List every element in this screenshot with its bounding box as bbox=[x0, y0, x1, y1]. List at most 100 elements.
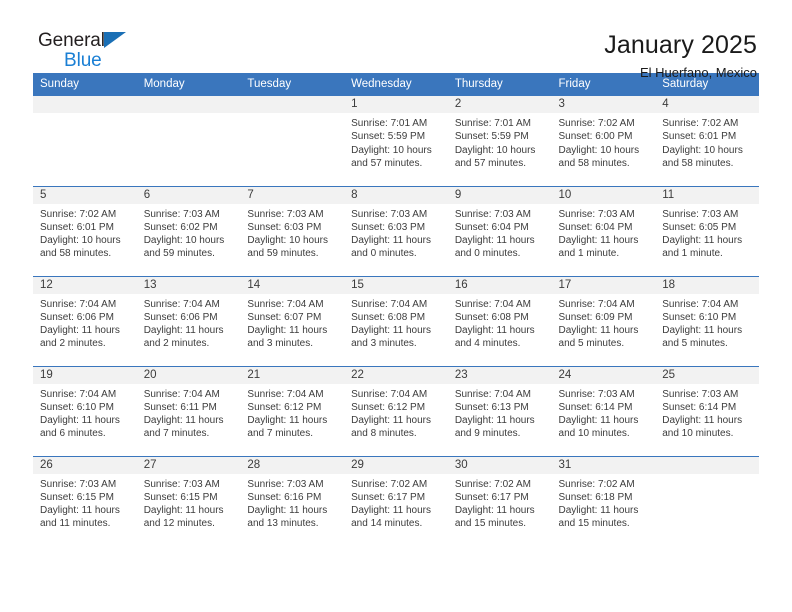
calendar-day-cell[interactable]: 3 Sunrise: 7:02 AM Sunset: 6:00 PM Daylight… bbox=[551, 96, 656, 186]
calendar-day-cell[interactable]: 27 Sunrise: 7:03 AM Sunset: 6:15 PM Dayligh… bbox=[136, 455, 241, 546]
general-blue-logo: General Blue bbox=[33, 30, 153, 71]
daylight-text-line1: Daylight: 11 hours bbox=[143, 325, 224, 337]
calendar-day-cell[interactable]: 20 Sunrise: 7:04 AM Sunset: 6:11 PM Dayligh… bbox=[136, 365, 241, 456]
calendar-day-cell[interactable]: 25 Sunrise: 7:03 AM Sunset: 6:14 PM Dayligh… bbox=[655, 365, 759, 456]
sunrise-text: Sunrise: 7:04 AM bbox=[143, 298, 220, 310]
sunset-text: Sunset: 6:03 PM bbox=[351, 221, 426, 233]
daylight-text-line2: and 7 minutes. bbox=[143, 428, 210, 440]
sunset-text: Sunset: 6:09 PM bbox=[558, 311, 633, 323]
daylight-text-line2: and 57 minutes. bbox=[351, 157, 423, 169]
daylight-text-line1: Daylight: 11 hours bbox=[454, 415, 535, 427]
calendar-day-cell[interactable]: 6 Sunrise: 7:03 AM Sunset: 6:02 PM Daylight… bbox=[136, 185, 241, 276]
day-details: Sunrise: 7:04 AM Sunset: 6:10 PM Daylight:… bbox=[33, 384, 137, 441]
daylight-text-line1: Daylight: 11 hours bbox=[351, 415, 431, 427]
day-details: Sunrise: 7:03 AM Sunset: 6:16 PM Daylight:… bbox=[240, 474, 344, 531]
day-number: 31 bbox=[551, 456, 656, 474]
daylight-text-line1: Daylight: 11 hours bbox=[247, 415, 328, 427]
calendar-day-cell[interactable]: 13 Sunrise: 7:04 AM Sunset: 6:06 PM Dayligh… bbox=[136, 275, 241, 366]
day-details: Sunrise: 7:03 AM Sunset: 6:03 PM Daylight:… bbox=[240, 204, 344, 261]
calendar-day-cell[interactable]: 16 Sunrise: 7:04 AM Sunset: 6:08 PM Dayligh… bbox=[447, 275, 552, 366]
sunrise-text: Sunrise: 7:04 AM bbox=[454, 298, 531, 310]
day-details: Sunrise: 7:04 AM Sunset: 6:12 PM Daylight:… bbox=[240, 384, 344, 441]
calendar-day-cell[interactable]: 23 Sunrise: 7:04 AM Sunset: 6:13 PM Dayligh… bbox=[447, 365, 552, 456]
page-title: January 2025 bbox=[604, 31, 757, 59]
calendar-day-cell[interactable]: 17 Sunrise: 7:04 AM Sunset: 6:09 PM Dayligh… bbox=[551, 275, 656, 366]
daylight-text-line1: Daylight: 11 hours bbox=[351, 325, 431, 337]
day-number: 9 bbox=[447, 186, 552, 204]
logo-word-blue: Blue bbox=[64, 50, 102, 71]
sunset-text: Sunset: 6:03 PM bbox=[247, 221, 322, 233]
calendar-day-cell[interactable]: 22 Sunrise: 7:04 AM Sunset: 6:12 PM Dayligh… bbox=[344, 365, 448, 456]
day-details: Sunrise: 7:03 AM Sunset: 6:04 PM Daylight:… bbox=[448, 204, 552, 261]
daylight-text-line1: Daylight: 11 hours bbox=[662, 415, 743, 427]
day-details: Sunrise: 7:02 AM Sunset: 6:01 PM Daylight:… bbox=[655, 113, 759, 170]
calendar-day-cell[interactable]: 29 Sunrise: 7:02 AM Sunset: 6:17 PM Dayligh… bbox=[344, 455, 448, 546]
calendar-day-cell[interactable]: 18 Sunrise: 7:04 AM Sunset: 6:10 PM Dayligh… bbox=[655, 275, 759, 366]
calendar-day-cell[interactable]: 24 Sunrise: 7:03 AM Sunset: 6:14 PM Dayligh… bbox=[551, 365, 656, 456]
day-details: Sunrise: 7:04 AM Sunset: 6:08 PM Daylight:… bbox=[344, 294, 448, 351]
day-details: Sunrise: 7:04 AM Sunset: 6:12 PM Daylight:… bbox=[344, 384, 448, 441]
daylight-text-line1: Daylight: 10 hours bbox=[143, 235, 225, 247]
daylight-text-line1: Daylight: 11 hours bbox=[558, 505, 639, 517]
calendar-week-row: 12 Sunrise: 7:04 AM Sunset: 6:06 PM Dayligh… bbox=[33, 275, 759, 366]
calendar-day-cell[interactable]: 9 Sunrise: 7:03 AM Sunset: 6:04 PM Daylight… bbox=[447, 185, 552, 276]
sunset-text: Sunset: 6:00 PM bbox=[558, 131, 633, 143]
calendar-day-cell[interactable]: 7 Sunrise: 7:03 AM Sunset: 6:03 PM Daylight… bbox=[240, 185, 345, 276]
calendar-day-cell[interactable]: 31 Sunrise: 7:02 AM Sunset: 6:18 PM Dayligh… bbox=[551, 455, 656, 546]
sunset-text: Sunset: 6:06 PM bbox=[143, 311, 218, 323]
sunset-text: Sunset: 6:16 PM bbox=[247, 491, 322, 503]
weekday-header-tuesday: Tuesday bbox=[240, 73, 345, 96]
calendar-day-cell[interactable]: 28 Sunrise: 7:03 AM Sunset: 6:16 PM Dayligh… bbox=[240, 455, 345, 546]
calendar-day-cell[interactable]: 30 Sunrise: 7:02 AM Sunset: 6:17 PM Dayligh… bbox=[447, 455, 552, 546]
day-details: Sunrise: 7:02 AM Sunset: 6:18 PM Daylight:… bbox=[552, 474, 656, 531]
daylight-text-line2: and 10 minutes. bbox=[558, 428, 630, 440]
calendar-day-cell[interactable]: 5 Sunrise: 7:02 AM Sunset: 6:01 PM Daylight… bbox=[33, 185, 137, 276]
day-number: 20 bbox=[136, 366, 241, 384]
calendar-day-cell[interactable]: 26 Sunrise: 7:03 AM Sunset: 6:15 PM Dayligh… bbox=[33, 455, 137, 546]
sunset-text: Sunset: 6:04 PM bbox=[454, 221, 529, 233]
daylight-text-line2: and 15 minutes. bbox=[558, 518, 630, 530]
sunrise-text: Sunrise: 7:03 AM bbox=[40, 478, 117, 490]
calendar-day-cell[interactable]: 12 Sunrise: 7:04 AM Sunset: 6:06 PM Dayligh… bbox=[33, 275, 137, 366]
day-details: Sunrise: 7:02 AM Sunset: 6:17 PM Daylight:… bbox=[448, 474, 552, 531]
sunset-text: Sunset: 6:01 PM bbox=[40, 221, 114, 233]
sunset-text: Sunset: 5:59 PM bbox=[351, 131, 426, 143]
day-number: 23 bbox=[447, 366, 552, 384]
day-details: Sunrise: 7:03 AM Sunset: 6:03 PM Daylight:… bbox=[344, 204, 448, 261]
sunrise-text: Sunrise: 7:02 AM bbox=[558, 118, 635, 129]
day-number: 1 bbox=[344, 96, 448, 113]
calendar-day-cell[interactable]: 19 Sunrise: 7:04 AM Sunset: 6:10 PM Dayligh… bbox=[33, 365, 137, 456]
calendar-day-cell[interactable]: 8 Sunrise: 7:03 AM Sunset: 6:03 PM Daylight… bbox=[344, 185, 448, 276]
sunset-text: Sunset: 6:05 PM bbox=[662, 221, 737, 233]
daylight-text-line2: and 58 minutes. bbox=[558, 157, 630, 169]
sunrise-text: Sunrise: 7:03 AM bbox=[351, 208, 428, 220]
calendar-day-cell[interactable]: 4 Sunrise: 7:02 AM Sunset: 6:01 PM Daylight… bbox=[655, 96, 759, 186]
day-details: Sunrise: 7:04 AM Sunset: 6:11 PM Daylight:… bbox=[137, 384, 241, 441]
calendar-body: 1 Sunrise: 7:01 AM Sunset: 5:59 PM Daylight… bbox=[33, 96, 759, 546]
daylight-text-line2: and 5 minutes. bbox=[662, 338, 728, 350]
day-number: 12 bbox=[33, 276, 137, 294]
calendar-day-cell[interactable]: 1 Sunrise: 7:01 AM Sunset: 5:59 PM Daylight… bbox=[344, 96, 448, 186]
calendar-day-cell[interactable]: 14 Sunrise: 7:04 AM Sunset: 6:07 PM Dayligh… bbox=[240, 275, 345, 366]
calendar-day-cell-empty bbox=[136, 96, 241, 186]
day-details: Sunrise: 7:03 AM Sunset: 6:15 PM Daylight:… bbox=[33, 474, 137, 531]
daylight-text-line2: and 0 minutes. bbox=[454, 248, 521, 260]
calendar-day-cell[interactable]: 15 Sunrise: 7:04 AM Sunset: 6:08 PM Dayligh… bbox=[344, 275, 448, 366]
calendar-day-cell[interactable]: 21 Sunrise: 7:04 AM Sunset: 6:12 PM Dayligh… bbox=[240, 365, 345, 456]
day-number: 11 bbox=[655, 186, 759, 204]
weekday-header-wednesday: Wednesday bbox=[344, 73, 448, 96]
calendar-day-cell[interactable]: 11 Sunrise: 7:03 AM Sunset: 6:05 PM Dayligh… bbox=[655, 185, 759, 276]
daylight-text-line1: Daylight: 11 hours bbox=[247, 505, 328, 517]
calendar-day-cell[interactable]: 2 Sunrise: 7:01 AM Sunset: 5:59 PM Daylight… bbox=[447, 96, 552, 186]
daylight-text-line1: Daylight: 11 hours bbox=[351, 505, 431, 517]
daylight-text-line1: Daylight: 11 hours bbox=[143, 505, 224, 517]
sunrise-text: Sunrise: 7:03 AM bbox=[662, 388, 739, 400]
day-number: 6 bbox=[136, 186, 241, 204]
sunset-text: Sunset: 6:01 PM bbox=[662, 131, 737, 143]
day-number: 24 bbox=[551, 366, 656, 384]
day-number: 5 bbox=[33, 186, 137, 204]
daylight-text-line1: Daylight: 10 hours bbox=[351, 144, 432, 156]
calendar-week-row: 26 Sunrise: 7:03 AM Sunset: 6:15 PM Dayligh… bbox=[33, 455, 759, 546]
calendar-day-cell[interactable]: 10 Sunrise: 7:03 AM Sunset: 6:04 PM Dayligh… bbox=[551, 185, 656, 276]
daylight-text-line2: and 4 minutes. bbox=[454, 338, 521, 350]
